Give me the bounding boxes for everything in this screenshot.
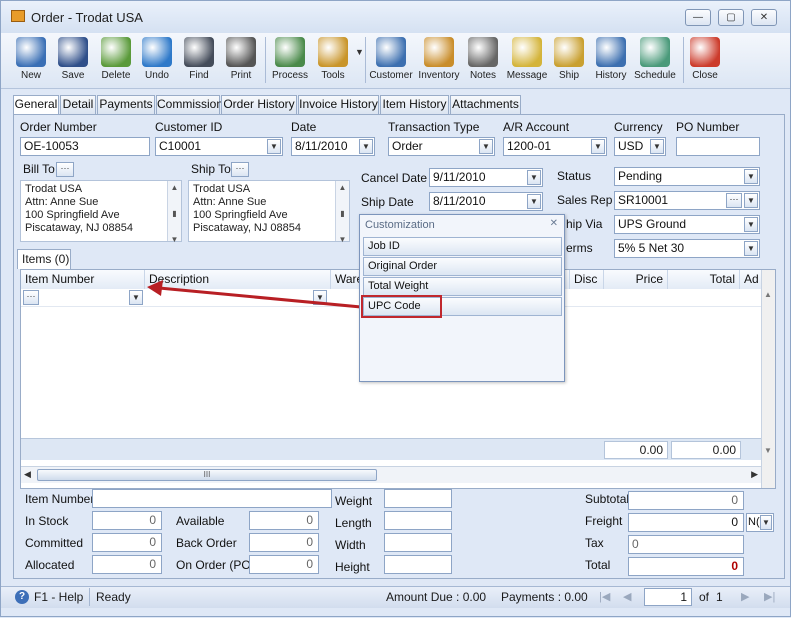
customization-close-icon[interactable]: ✕ [550,218,558,229]
first-page-icon[interactable]: |◀ [599,590,610,603]
help-label[interactable]: F1 - Help [34,590,83,604]
payments-total: Payments : 0.00 [501,590,588,604]
next-page-icon[interactable]: ▶ [741,590,749,603]
status-bar: ? F1 - Help Ready Amount Due : 0.00 Paym… [1,586,790,608]
arrow-line [158,286,362,309]
menu-item-original-order[interactable]: Original Order [363,257,562,276]
customization-menu: Customization ✕ Job ID Original Order To… [359,214,565,382]
prev-page-icon[interactable]: ◀ [623,590,631,603]
customization-title: Customization [365,219,435,231]
amount-due: Amount Due : 0.00 [386,590,487,604]
last-page-icon[interactable]: ▶| [764,590,775,603]
order-window: Order - Trodat USA — ▢ ✕ New Save Delete… [0,0,791,617]
of-label: of [699,590,710,604]
menu-item-total-weight[interactable]: Total Weight [363,277,562,296]
help-icon[interactable]: ? [15,590,29,604]
page-number-input[interactable]: 1 [644,588,692,606]
menu-item-job-id[interactable]: Job ID [363,237,562,256]
upc-code-highlight [361,295,442,318]
page-count: 1 [716,590,723,604]
status-ready: Ready [96,590,131,604]
arrow-head-icon [147,280,163,296]
status-divider [89,588,90,606]
